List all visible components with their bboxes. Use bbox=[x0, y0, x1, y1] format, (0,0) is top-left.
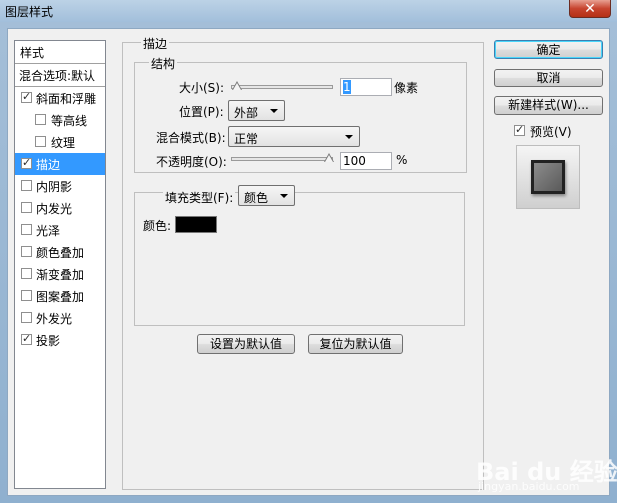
position-label: 位置(P): bbox=[179, 105, 224, 119]
style-item-label: 纹理 bbox=[51, 136, 76, 150]
style-item-label: 内发光 bbox=[36, 202, 73, 216]
style-item-label: 外发光 bbox=[36, 312, 73, 326]
style-item[interactable]: 外发光 bbox=[15, 307, 105, 329]
preview-checkbox-box[interactable]: ✓ bbox=[514, 123, 525, 136]
set-default-button[interactable]: 设置为默认值 bbox=[197, 334, 295, 354]
style-list: 样式 混合选项:默认 斜面和浮雕等高线纹理描边内阴影内发光光泽颜色叠加渐变叠加图… bbox=[14, 40, 106, 489]
fill-type-label: 填充类型(F): bbox=[163, 189, 236, 206]
style-item-label: 描边 bbox=[36, 158, 61, 172]
style-item-checkbox[interactable] bbox=[21, 268, 32, 279]
style-item[interactable]: 内阴影 bbox=[15, 175, 105, 197]
blend-options-item[interactable]: 混合选项:默认 bbox=[15, 64, 105, 86]
style-preview bbox=[516, 145, 580, 209]
style-item-checkbox[interactable] bbox=[21, 180, 32, 191]
style-item[interactable]: 图案叠加 bbox=[15, 285, 105, 307]
check-icon: ✓ bbox=[515, 123, 525, 136]
style-item[interactable]: 斜面和浮雕 bbox=[15, 87, 105, 109]
opacity-unit: % bbox=[396, 153, 408, 167]
style-item-checkbox[interactable] bbox=[21, 290, 32, 301]
style-list-header[interactable]: 样式 bbox=[15, 41, 105, 63]
opacity-slider[interactable] bbox=[231, 153, 334, 162]
chevron-down-icon bbox=[270, 109, 278, 113]
size-label: 大小(S): bbox=[179, 81, 225, 95]
color-label: 颜色: bbox=[143, 219, 172, 233]
style-item-label: 斜面和浮雕 bbox=[36, 92, 97, 106]
style-item-checkbox[interactable] bbox=[21, 332, 32, 345]
chevron-down-icon bbox=[280, 194, 288, 198]
preview-checkbox[interactable]: ✓ 预览(V) bbox=[514, 123, 594, 139]
style-item-label: 图案叠加 bbox=[36, 290, 85, 304]
stroke-group-title: 描边 bbox=[141, 35, 170, 52]
structure-group-title: 结构 bbox=[149, 55, 178, 72]
close-icon: ✕ bbox=[584, 0, 596, 17]
color-swatch[interactable] bbox=[175, 216, 217, 233]
window-title: 图层样式 bbox=[5, 5, 54, 19]
size-slider-thumb[interactable] bbox=[232, 81, 242, 90]
dialog-body: 样式 混合选项:默认 斜面和浮雕等高线纹理描边内阴影内发光光泽颜色叠加渐变叠加图… bbox=[7, 28, 610, 496]
style-item[interactable]: 纹理 bbox=[15, 131, 105, 153]
opacity-input[interactable]: 100 bbox=[340, 152, 392, 170]
preview-label: 预览(V) bbox=[530, 125, 572, 139]
style-item[interactable]: 光泽 bbox=[15, 219, 105, 241]
baidu-watermark-url: jingyan.baidu.com bbox=[478, 480, 580, 493]
title-bar[interactable]: 图层样式 ✕ bbox=[0, 0, 617, 22]
style-item-checkbox[interactable] bbox=[21, 202, 32, 213]
new-style-button[interactable]: 新建样式(W)... bbox=[494, 96, 603, 115]
style-item[interactable]: 内发光 bbox=[15, 197, 105, 219]
style-item[interactable]: 投影 bbox=[15, 329, 105, 351]
cancel-button[interactable]: 取消 bbox=[494, 69, 603, 87]
style-item-checkbox[interactable] bbox=[21, 90, 32, 103]
style-item-label: 内阴影 bbox=[36, 180, 73, 194]
style-item[interactable]: 等高线 bbox=[15, 109, 105, 131]
style-item-label: 渐变叠加 bbox=[36, 268, 85, 282]
size-input[interactable]: 1 bbox=[340, 78, 392, 96]
style-item-checkbox[interactable] bbox=[21, 312, 32, 323]
preview-thumbnail bbox=[531, 160, 565, 194]
blend-mode-dropdown[interactable]: 正常 bbox=[228, 126, 360, 147]
chevron-down-icon bbox=[345, 135, 353, 139]
style-item-checkbox[interactable] bbox=[35, 136, 46, 147]
ok-button[interactable]: 确定 bbox=[494, 40, 603, 59]
style-item-checkbox[interactable] bbox=[35, 114, 46, 125]
opacity-label: 不透明度(O): bbox=[156, 155, 227, 169]
style-item[interactable]: 颜色叠加 bbox=[15, 241, 105, 263]
style-item[interactable]: 描边 bbox=[15, 153, 105, 175]
style-item-label: 投影 bbox=[36, 334, 61, 348]
style-item-label: 等高线 bbox=[51, 114, 88, 128]
blend-mode-label: 混合模式(B): bbox=[156, 131, 226, 145]
size-slider[interactable] bbox=[231, 81, 333, 90]
size-unit: 像素 bbox=[394, 81, 419, 95]
style-item-checkbox[interactable] bbox=[21, 156, 32, 169]
layer-style-dialog: 图层样式 ✕ 样式 混合选项:默认 斜面和浮雕等高线纹理描边内阴影内发光光泽颜色… bbox=[0, 0, 617, 503]
style-item[interactable]: 渐变叠加 bbox=[15, 263, 105, 285]
style-item-label: 颜色叠加 bbox=[36, 246, 85, 260]
style-item-label: 光泽 bbox=[36, 224, 61, 238]
close-button[interactable]: ✕ bbox=[569, 0, 611, 18]
fill-group bbox=[134, 192, 465, 326]
opacity-slider-thumb[interactable] bbox=[324, 153, 334, 162]
style-item-checkbox[interactable] bbox=[21, 246, 32, 257]
position-dropdown[interactable]: 外部 bbox=[228, 100, 285, 121]
fill-type-dropdown[interactable]: 颜色 bbox=[238, 185, 295, 206]
style-item-checkbox[interactable] bbox=[21, 224, 32, 235]
reset-default-button[interactable]: 复位为默认值 bbox=[308, 334, 403, 354]
